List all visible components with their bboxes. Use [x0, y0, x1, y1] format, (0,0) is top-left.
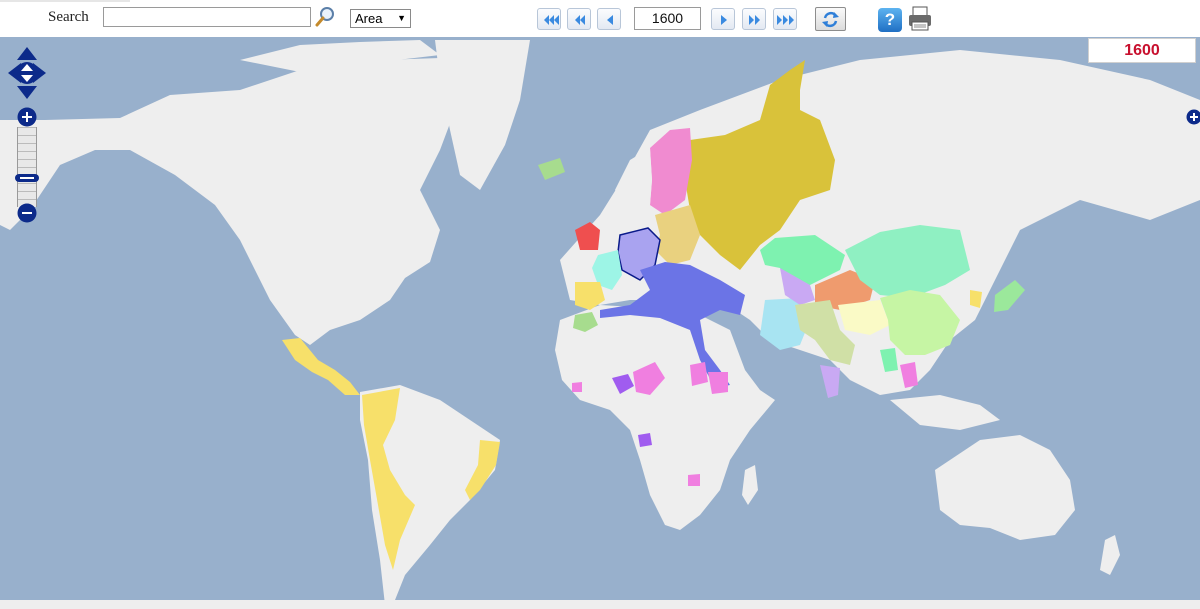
iceland-territory — [538, 158, 565, 180]
zoom-out-icon[interactable] — [17, 203, 37, 223]
last-button[interactable] — [773, 8, 797, 30]
rewind-icon — [575, 15, 585, 25]
area-select[interactable]: Area ▼ — [350, 9, 411, 28]
indonesia-islands — [890, 395, 1000, 430]
year-input[interactable]: 1600 — [634, 7, 701, 30]
south-india — [820, 365, 840, 398]
africa-landmass — [555, 305, 775, 530]
area-select-value: Area — [355, 11, 383, 26]
first-button[interactable] — [537, 8, 561, 30]
spanish-americas-territory — [282, 338, 360, 395]
greenland-landmass — [435, 40, 530, 190]
west-africa-state — [572, 382, 582, 392]
refresh-button[interactable] — [815, 7, 846, 31]
korea-territory — [970, 290, 982, 308]
next-button[interactable] — [711, 8, 735, 30]
expand-icon[interactable] — [1186, 109, 1200, 125]
pan-icon[interactable] — [7, 46, 47, 100]
refresh-icon — [822, 11, 839, 28]
previous-button[interactable] — [597, 8, 621, 30]
rewind-button[interactable] — [567, 8, 591, 30]
help-icon[interactable]: ? — [878, 8, 902, 32]
japan-territory — [994, 280, 1025, 312]
madagascar — [742, 465, 758, 505]
world-map-canvas[interactable] — [0, 37, 1200, 609]
new-zealand — [1100, 535, 1120, 575]
zoom-handle[interactable] — [15, 170, 39, 182]
search-label: Search — [48, 9, 89, 25]
dropdown-arrow-icon: ▼ — [397, 13, 406, 23]
toolbar: Search Area ▼ 1600 ? — [0, 0, 1200, 37]
first-icon — [544, 15, 559, 25]
year-display: 1600 — [1088, 38, 1196, 63]
funj-sultanate — [690, 362, 708, 386]
last-icon — [777, 15, 794, 25]
zoom-in-icon[interactable] — [17, 107, 37, 127]
mutapa-kingdom — [688, 474, 700, 486]
next-icon — [721, 15, 727, 25]
kongo-kingdom — [638, 433, 652, 447]
search-input[interactable] — [103, 7, 311, 27]
north-america-landmass — [30, 58, 470, 345]
fast-forward-button[interactable] — [742, 8, 766, 30]
antarctic-edge — [0, 600, 1200, 609]
previous-icon — [607, 15, 613, 25]
world-map[interactable] — [0, 37, 1200, 609]
australia-landmass — [935, 435, 1075, 540]
printer-icon[interactable] — [907, 6, 933, 32]
fast-forward-icon — [749, 15, 760, 25]
magnifier-icon[interactable] — [314, 6, 336, 28]
zoom-slider[interactable] — [17, 127, 37, 207]
top-tab-strip — [0, 0, 130, 2]
